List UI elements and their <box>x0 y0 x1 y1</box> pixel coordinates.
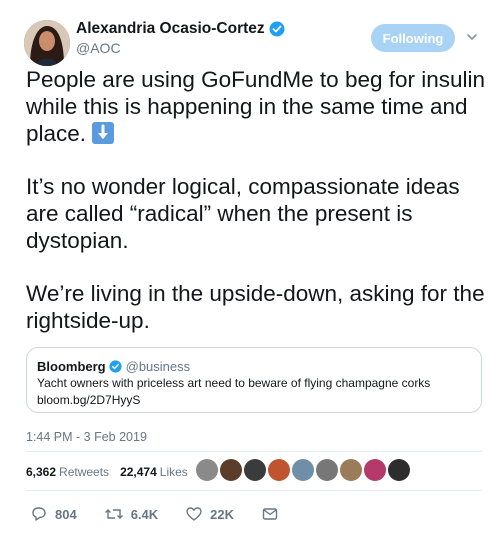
retweets-count[interactable]: 6,362 <box>26 465 56 479</box>
tweet-timestamp[interactable]: 1:44 PM - 3 Feb 2019 <box>26 430 147 444</box>
divider <box>26 451 482 452</box>
tweet-actions: 804 6.4K 22K <box>30 505 313 523</box>
author-handle[interactable]: @AOC <box>76 40 121 56</box>
tweet-text: People are using GoFundMe to beg for ins… <box>26 66 486 360</box>
following-button[interactable]: Following <box>371 24 455 52</box>
retweet-icon <box>104 509 123 519</box>
author-name-text[interactable]: Alexandria Ocasio-Cortez <box>76 20 265 38</box>
quoted-tweet-link[interactable]: bloom.bg/2D7HyyS <box>37 393 140 407</box>
liker-avatar[interactable] <box>364 459 386 481</box>
direct-message-button[interactable] <box>261 505 286 523</box>
reply-count: 804 <box>55 506 77 522</box>
envelope-icon <box>262 508 278 520</box>
tweet-paragraph: People are using GoFundMe to beg for ins… <box>26 66 486 147</box>
liker-avatar[interactable] <box>268 459 290 481</box>
quoted-tweet-handle[interactable]: @business <box>126 359 191 374</box>
retweet-button[interactable]: 6.4K <box>104 505 158 523</box>
likes-label[interactable]: Likes <box>160 465 188 479</box>
quoted-tweet-card[interactable]: Bloomberg @business Yacht owners with pr… <box>26 347 482 413</box>
tweet-paragraph: It’s no wonder logical, compassionate id… <box>26 174 460 253</box>
liker-avatar[interactable] <box>220 459 242 481</box>
author-avatar[interactable] <box>24 20 70 66</box>
author-name[interactable]: Alexandria Ocasio-Cortez <box>76 20 285 38</box>
reply-button[interactable]: 804 <box>30 505 77 523</box>
liker-avatar[interactable] <box>340 459 362 481</box>
liker-avatar[interactable] <box>244 459 266 481</box>
retweet-count: 6.4K <box>130 506 159 522</box>
quoted-tweet-text: Yacht owners with priceless art need to … <box>37 376 431 390</box>
heart-icon <box>186 507 202 521</box>
engagement-stats: 6,362 Retweets 22,474 Likes <box>26 465 188 479</box>
like-count: 22K <box>210 506 235 522</box>
reply-icon <box>32 507 46 521</box>
liker-avatar[interactable] <box>292 459 314 481</box>
liker-avatars <box>196 459 412 481</box>
down-arrow-emoji-icon <box>92 122 115 144</box>
tweet-paragraph: We’re living in the upside-down, asking … <box>26 281 485 333</box>
verified-badge-icon <box>109 360 122 373</box>
retweets-label[interactable]: Retweets <box>59 465 109 479</box>
likes-count[interactable]: 22,474 <box>120 465 157 479</box>
divider <box>26 490 482 491</box>
liker-avatar[interactable] <box>388 459 410 481</box>
verified-badge-icon <box>269 21 285 37</box>
chevron-down-icon[interactable] <box>465 30 479 44</box>
like-button[interactable]: 22K <box>185 505 234 523</box>
quoted-tweet-author[interactable]: Bloomberg @business <box>37 359 190 374</box>
quoted-tweet-name[interactable]: Bloomberg <box>37 359 106 374</box>
liker-avatar[interactable] <box>316 459 338 481</box>
liker-avatar[interactable] <box>196 459 218 481</box>
